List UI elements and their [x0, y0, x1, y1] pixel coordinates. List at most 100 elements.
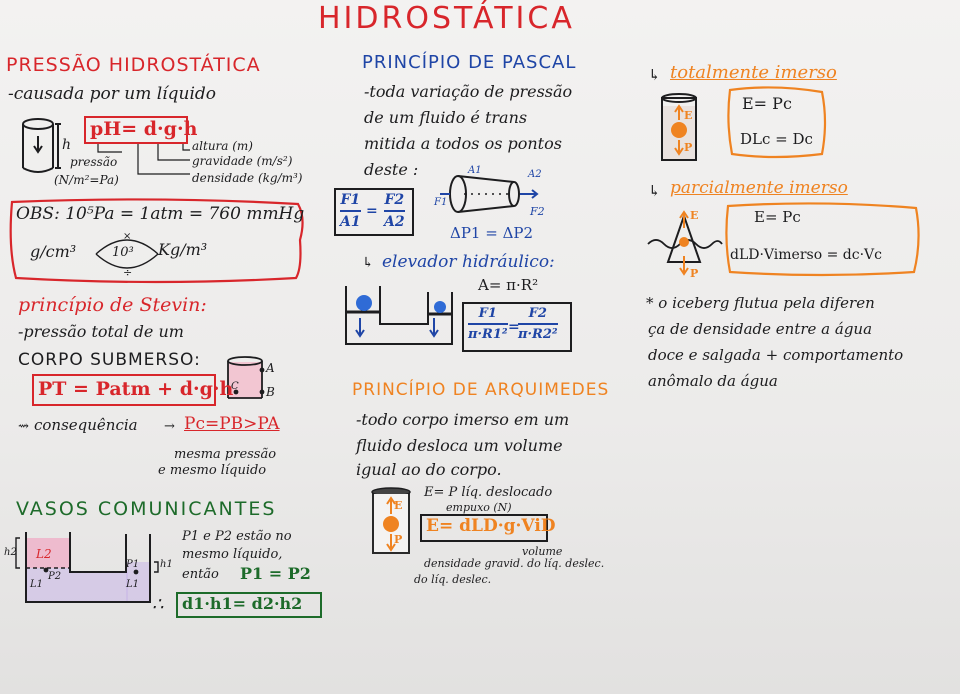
e-eq-p: E= P líq. deslocado — [424, 485, 553, 500]
arq-line-2: fluido desloca um volume — [356, 436, 563, 455]
pipe-a1: A1 — [468, 165, 482, 176]
conv-right: Kg/m³ — [158, 240, 208, 259]
conv-left: g/cm³ — [30, 242, 77, 261]
arq-container — [371, 487, 411, 554]
vasos-line-2: mesmo líquido, — [182, 547, 283, 562]
frac-elev-1: F1 π·R1² — [468, 306, 508, 342]
obs-line: OBS: 10⁵Pa = 1atm = 760 mmHg — [16, 204, 305, 224]
vasos-h2: h2 — [4, 547, 17, 558]
par-label-p: P — [690, 267, 699, 280]
label-pressao: pressão — [70, 155, 118, 169]
pipe-f1: F1 — [434, 197, 448, 208]
pascal-line-2: de um fluido é trans — [364, 108, 528, 127]
iceberg-drawing — [647, 210, 723, 276]
empuxo-label: empuxo (N) — [446, 501, 512, 514]
par-line-1: E= Pc — [754, 208, 801, 226]
stevin-formula: PT = Patm + d·g·h — [38, 378, 234, 400]
par-label-e: E — [690, 209, 699, 222]
tot-label-e: E — [684, 109, 693, 122]
par-arrow-icon: ↳ — [648, 182, 661, 200]
pascal-line-1: -toda variação de pressão — [364, 82, 573, 101]
area-formula: A= π·R² — [478, 276, 539, 294]
iceberg-line-3: doce e salgada + comportamento — [648, 346, 904, 364]
frac-f1: F1 — [340, 192, 361, 208]
stevin-line-2: CORPO SUBMERSO: — [18, 350, 201, 370]
arq-label-p: P — [394, 533, 403, 546]
arq-line-3: igual ao do corpo. — [356, 460, 502, 479]
frac-elev-f1: F1 — [478, 306, 497, 321]
stevin-container — [227, 356, 265, 399]
frac-elev-pr1: π·R1² — [468, 327, 508, 342]
consequencia-text: consequência — [34, 416, 138, 434]
frac-f1-a1: F1 A1 — [340, 192, 361, 230]
vasos-l2: L2 — [36, 547, 52, 561]
tot-line-1: E= Pc — [742, 94, 792, 113]
elevador-arrow-icon: ↳ — [362, 255, 374, 271]
tot-label-p: P — [684, 141, 693, 154]
par-line-2: dLD·Vimerso = dc·Vc — [730, 247, 882, 263]
par-title: parcialmente imerso — [670, 178, 848, 198]
section-title-pressao: PRESSÃO HIDROSTÁTICA — [6, 54, 261, 76]
mesma-1: mesma pressão — [174, 447, 277, 462]
frac-a2: A2 — [384, 214, 405, 230]
label-densidade: densidade (kg/m³) — [192, 171, 303, 185]
volume-label: volume — [522, 545, 563, 558]
delta-eq: ΔP1 = ΔP2 — [450, 224, 534, 242]
arq-line-1: -todo corpo imerso em um — [356, 410, 570, 429]
consequencia-arrow2-icon: → — [164, 419, 175, 434]
vasos-l1b: L1 — [126, 579, 140, 590]
vasos-line-3: então — [182, 567, 219, 582]
vasos-line-1: P1 e P2 estão no — [182, 529, 292, 544]
vasos-h1: h1 — [160, 559, 173, 570]
consequencia-arrow-icon: ⇝ — [18, 419, 29, 434]
elevador-drawing — [345, 286, 453, 345]
arquimedes-title: PRINCÍPIO DE ARQUIMEDES — [352, 380, 610, 400]
stevin-title: princípio de Stevin: — [18, 294, 207, 316]
par-orange-outline — [725, 202, 920, 277]
frac-eq-1: = — [366, 203, 378, 219]
label-b: B — [266, 385, 275, 399]
therefore-symbol: ∴ — [152, 594, 164, 615]
text-causada: -causada por um líquido — [8, 84, 217, 104]
tot-container — [661, 93, 697, 161]
vasos-drawing — [15, 532, 159, 603]
tot-line-2: DLc = Dc — [740, 130, 813, 148]
frac-elev-f2: F2 — [528, 306, 547, 321]
tot-arrow-icon: ↳ — [648, 66, 661, 84]
vasos-l1a: L1 — [30, 579, 44, 590]
svg-text:÷: ÷ — [123, 266, 132, 279]
frac-f2-a2: F2 A2 — [384, 192, 405, 230]
frac-elev-pr2: π·R2² — [518, 327, 558, 342]
vasos-eq: P1 = P2 — [240, 564, 311, 583]
vasos-title: VASOS COMUNICANTES — [16, 498, 277, 520]
pipe-a2: A2 — [528, 169, 542, 180]
iceberg-line-2: ça de densidade entre a água — [648, 320, 873, 338]
pc-formula: Pc=PB>PA — [184, 414, 280, 434]
conv-mid: 10³ — [112, 245, 134, 260]
do-liq-label: do líq. deslec. — [414, 573, 492, 586]
label-a: A — [266, 361, 275, 375]
iceberg-line-4: anômalo da água — [648, 372, 778, 390]
page-title: HIDROSTÁTICA — [318, 1, 575, 36]
pascal-line-3: mitida a todos os pontos — [364, 134, 562, 153]
vasos-formula: d1·h1= d2·h2 — [182, 594, 303, 613]
frac-elev-2: F2 π·R2² — [518, 306, 558, 342]
vasos-p2: P2 — [48, 571, 62, 582]
vasos-p1: P1 — [126, 559, 140, 570]
formula-ph: pH= d·g·h — [90, 118, 198, 140]
label-gravidade: gravidade (m/s²) — [192, 154, 293, 168]
h-label: h — [62, 137, 72, 153]
frac-f2: F2 — [384, 192, 405, 208]
tot-title: totalmente imerso — [670, 62, 837, 83]
label-pressao-units: (N/m²=Pa) — [54, 173, 119, 187]
arq-label-e: E — [394, 499, 403, 512]
pascal-line-4: deste : — [364, 160, 419, 179]
pascal-title: PRINCÍPIO DE PASCAL — [362, 52, 577, 73]
label-altura: altura (m) — [192, 139, 253, 153]
svg-text:×: × — [123, 231, 131, 242]
iceberg-line-1: * o iceberg flutua pela diferen — [646, 294, 875, 312]
mesma-2: e mesmo líquido — [158, 463, 267, 478]
notes-page: HIDROSTÁTICA PRESSÃO HIDROSTÁTICA -causa… — [0, 0, 960, 694]
pipe-f2: F2 — [530, 205, 545, 218]
arq-formula: E= dLD·g·ViD — [426, 516, 556, 536]
